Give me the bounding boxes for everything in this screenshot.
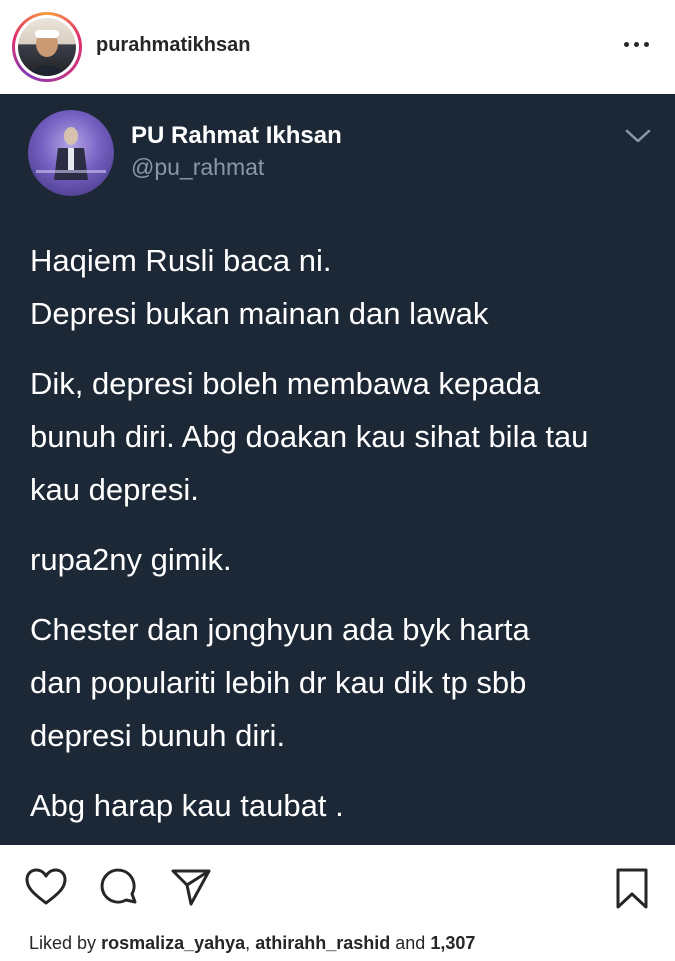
comment-icon[interactable] — [98, 867, 140, 914]
tweet-paragraph: Chester dan jonghyun ada byk harta dan p… — [30, 612, 530, 753]
tweet-paragraph: rupa2ny gimik. — [30, 542, 232, 577]
likes-prefix: Liked by — [29, 933, 97, 953]
share-icon[interactable] — [170, 867, 212, 912]
tweet-display-name: PU Rahmat Ikhsan — [131, 122, 342, 149]
heart-icon[interactable] — [24, 867, 68, 912]
username-link[interactable]: purahmatikhsan — [96, 34, 250, 57]
tweet-paragraph: Haqiem Rusli baca ni. Depresi bukan main… — [30, 243, 489, 331]
action-bar — [0, 845, 675, 925]
tweet-avatar — [28, 110, 114, 196]
tweet-handle: @pu_rahmat — [131, 154, 265, 180]
tweet-paragraph: Abg harap kau taubat . — [30, 788, 344, 823]
likes-summary: Liked by rosmaliza_yahya, athirahh_rashi… — [29, 933, 476, 953]
chevron-down-icon — [624, 126, 652, 146]
likes-count[interactable]: 1,307 — [430, 933, 475, 953]
tweet-text: Haqiem Rusli baca ni. Depresi bukan main… — [30, 234, 660, 849]
profile-avatar[interactable] — [12, 12, 82, 82]
post-image-tweet: PU Rahmat Ikhsan @pu_rahmat Haqiem Rusli… — [0, 94, 675, 845]
tweet-paragraph: Dik, depresi boleh membawa kepada bunuh … — [30, 366, 589, 507]
bookmark-icon[interactable] — [614, 867, 650, 916]
avatar-image — [18, 18, 76, 76]
more-options-icon[interactable] — [618, 30, 654, 60]
liker-link[interactable]: athirahh_rashid — [255, 933, 390, 953]
liker-link[interactable]: rosmaliza_yahya — [101, 933, 245, 953]
post-header: purahmatikhsan — [0, 0, 675, 94]
